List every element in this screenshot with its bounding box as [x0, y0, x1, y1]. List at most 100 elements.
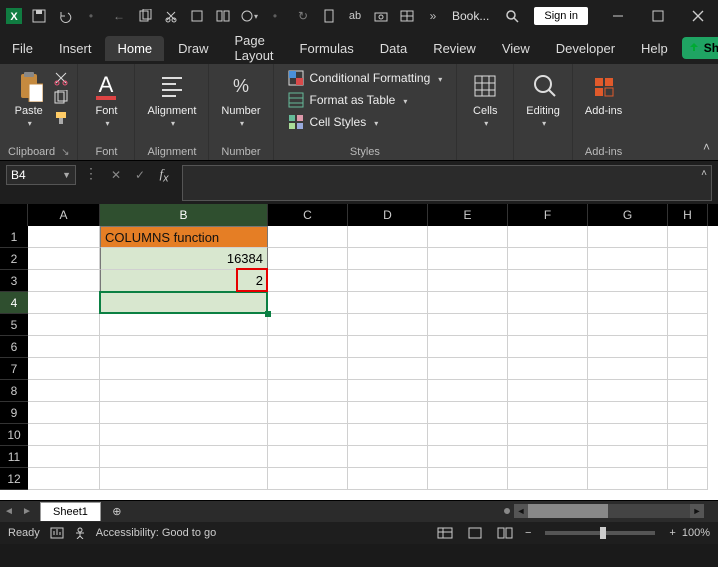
cell[interactable] [668, 292, 708, 314]
zoom-in-button[interactable]: + [669, 527, 675, 539]
cell[interactable] [28, 248, 100, 270]
tab-formulas[interactable]: Formulas [288, 36, 366, 61]
cell[interactable] [268, 402, 348, 424]
editing-button[interactable]: Editing [522, 68, 564, 132]
cell[interactable] [348, 292, 428, 314]
sheet-nav-prev-icon[interactable]: ◄ [0, 506, 18, 517]
sign-in-button[interactable]: Sign in [534, 7, 588, 25]
sheet-nav-next-icon[interactable]: ► [18, 506, 36, 517]
paste-button[interactable]: Paste [9, 68, 49, 132]
expand-formula-bar-icon[interactable]: ˄ [701, 168, 707, 179]
cut-button[interactable] [53, 70, 69, 86]
cell[interactable] [428, 358, 508, 380]
cell[interactable] [100, 292, 268, 314]
share-button[interactable]: Share [682, 37, 718, 59]
cell[interactable] [348, 380, 428, 402]
tab-home[interactable]: Home [105, 36, 164, 61]
undo-icon[interactable] [56, 7, 74, 25]
column-header[interactable]: B [100, 204, 268, 226]
column-header[interactable]: E [428, 204, 508, 226]
cell[interactable] [668, 402, 708, 424]
tab-developer[interactable]: Developer [544, 36, 627, 61]
cell[interactable] [668, 336, 708, 358]
cell[interactable] [508, 248, 588, 270]
format-painter-button[interactable] [53, 110, 69, 126]
tab-file[interactable]: File [6, 36, 45, 61]
cell[interactable] [268, 468, 348, 490]
cell[interactable] [428, 446, 508, 468]
cell[interactable]: COLUMNS function [100, 226, 268, 248]
fx-icon[interactable]: fx [154, 165, 174, 185]
tab-help[interactable]: Help [629, 36, 680, 61]
format-as-table-button[interactable]: Format as Table [282, 90, 449, 110]
cell[interactable] [100, 358, 268, 380]
cell[interactable] [428, 468, 508, 490]
cell[interactable] [508, 226, 588, 248]
enter-formula-icon[interactable]: ✓ [130, 165, 150, 185]
sheet-tab-active[interactable]: Sheet1 [40, 502, 101, 521]
cell[interactable] [588, 380, 668, 402]
zoom-out-button[interactable]: − [525, 527, 531, 539]
add-sheet-icon[interactable]: ⊕ [107, 504, 127, 520]
name-box[interactable]: B4 ▼ [6, 165, 76, 185]
cell[interactable] [28, 358, 100, 380]
cell[interactable]: 16384 [100, 248, 268, 270]
tab-review[interactable]: Review [421, 36, 488, 61]
cell[interactable] [348, 402, 428, 424]
cell[interactable] [508, 380, 588, 402]
cell[interactable] [428, 402, 508, 424]
cell[interactable] [668, 314, 708, 336]
cell[interactable] [668, 226, 708, 248]
cell[interactable] [268, 292, 348, 314]
cell[interactable] [588, 402, 668, 424]
cell-styles-button[interactable]: Cell Styles [282, 112, 449, 132]
cell[interactable] [348, 446, 428, 468]
cell[interactable] [28, 424, 100, 446]
cell[interactable] [508, 336, 588, 358]
cell[interactable] [588, 248, 668, 270]
cell[interactable] [508, 358, 588, 380]
save-icon[interactable] [30, 7, 48, 25]
close-button[interactable] [678, 0, 718, 32]
alignment-button[interactable]: Alignment [143, 68, 200, 132]
row-header[interactable]: 3 [0, 270, 28, 292]
scroll-right-icon[interactable]: ► [690, 504, 704, 518]
tab-view[interactable]: View [490, 36, 542, 61]
cell[interactable] [28, 270, 100, 292]
zoom-level[interactable]: 100% [682, 527, 710, 539]
cell[interactable] [588, 468, 668, 490]
cell[interactable] [428, 292, 508, 314]
cell[interactable] [508, 314, 588, 336]
cell[interactable] [668, 358, 708, 380]
document-title[interactable]: Book... [452, 9, 489, 23]
number-button[interactable]: % Number [217, 68, 264, 132]
qat-overflow-icon[interactable]: » [424, 7, 442, 25]
cell[interactable] [28, 402, 100, 424]
copy-button[interactable] [53, 90, 69, 106]
cell[interactable] [588, 424, 668, 446]
row-header[interactable]: 7 [0, 358, 28, 380]
horizontal-scrollbar[interactable]: ◄ ► [504, 504, 704, 518]
maximize-button[interactable] [638, 0, 678, 32]
normal-view-icon[interactable] [435, 526, 455, 540]
cell[interactable] [268, 314, 348, 336]
cell[interactable] [588, 446, 668, 468]
cell[interactable] [588, 336, 668, 358]
cells-button[interactable]: Cells [465, 68, 505, 132]
new-file-icon[interactable] [320, 7, 338, 25]
cell[interactable] [588, 226, 668, 248]
cell[interactable] [28, 292, 100, 314]
redo-icon[interactable]: ↻ [294, 7, 312, 25]
cell[interactable] [268, 424, 348, 446]
cell[interactable] [428, 248, 508, 270]
column-header[interactable]: H [668, 204, 708, 226]
cell[interactable] [588, 358, 668, 380]
cell[interactable] [100, 380, 268, 402]
font-button[interactable]: A Font [86, 68, 126, 132]
cell[interactable] [508, 424, 588, 446]
cell[interactable] [348, 336, 428, 358]
cell[interactable] [428, 380, 508, 402]
cell[interactable] [268, 270, 348, 292]
copy-icon[interactable] [136, 7, 154, 25]
cell[interactable] [588, 270, 668, 292]
